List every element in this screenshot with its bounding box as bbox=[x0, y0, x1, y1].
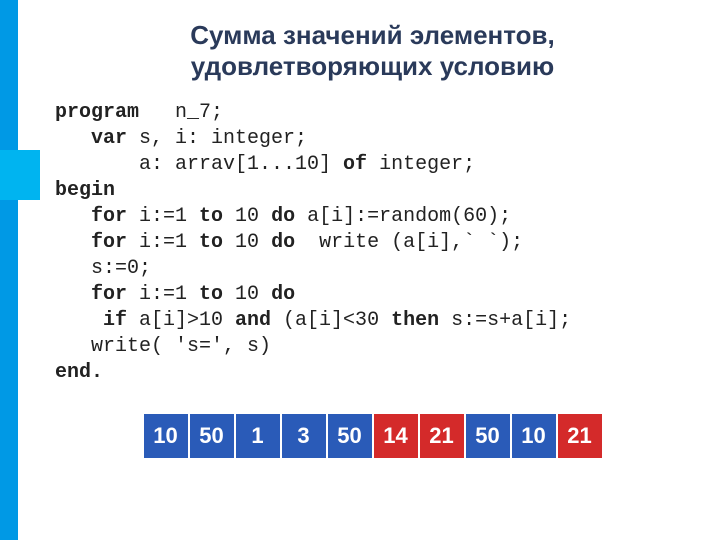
slide-content: Сумма значений элементов, удовлетворяющи… bbox=[0, 0, 720, 458]
kw-if: if bbox=[55, 309, 139, 332]
array-cell-3: 3 bbox=[282, 414, 326, 458]
code-text: i:=1 bbox=[139, 283, 199, 306]
kw-for: for bbox=[55, 205, 139, 228]
code-text: i:=1 bbox=[139, 231, 199, 254]
code-text: 10 bbox=[223, 205, 271, 228]
code-text: integer; bbox=[367, 153, 475, 176]
kw-end: end. bbox=[55, 361, 103, 384]
code-text: 10 bbox=[223, 231, 271, 254]
kw-of: of bbox=[343, 153, 367, 176]
title-line-1: Сумма значений элементов, bbox=[190, 20, 554, 50]
array-cell-6: 21 bbox=[420, 414, 464, 458]
code-text: s:=0; bbox=[55, 257, 151, 280]
kw-do: do bbox=[271, 231, 295, 254]
left-accent-bar bbox=[0, 0, 18, 540]
kw-for: for bbox=[55, 283, 139, 306]
kw-begin: begin bbox=[55, 179, 115, 202]
array-cell-5: 14 bbox=[374, 414, 418, 458]
array-cell-4: 50 bbox=[328, 414, 372, 458]
kw-to: to bbox=[199, 283, 223, 306]
slide-title: Сумма значений элементов, удовлетворяющи… bbox=[45, 20, 700, 82]
kw-to: to bbox=[199, 205, 223, 228]
code-block: program n_7; var s, i: integer; a: arrav… bbox=[55, 100, 700, 386]
array-cell-1: 50 bbox=[190, 414, 234, 458]
code-text: i:=1 bbox=[139, 205, 199, 228]
kw-program: program bbox=[55, 101, 139, 124]
code-text: a: arrav[1...10] bbox=[55, 153, 343, 176]
left-accent-block bbox=[0, 150, 40, 200]
title-line-2: удовлетворяющих условию bbox=[191, 51, 554, 81]
code-text: write (a[i],` `); bbox=[295, 231, 523, 254]
code-text: a[i]>10 bbox=[139, 309, 235, 332]
kw-var: var bbox=[55, 127, 139, 150]
array-cell-9: 21 bbox=[558, 414, 602, 458]
kw-to: to bbox=[199, 231, 223, 254]
code-text: (a[i]<30 bbox=[271, 309, 391, 332]
code-text: a[i]:=random(60); bbox=[295, 205, 511, 228]
code-text: s:=s+a[i]; bbox=[439, 309, 571, 332]
code-text: 10 bbox=[223, 283, 271, 306]
array-cell-2: 1 bbox=[236, 414, 280, 458]
array-cell-7: 50 bbox=[466, 414, 510, 458]
code-text: write( 's=', s) bbox=[55, 335, 271, 358]
array-cell-0: 10 bbox=[144, 414, 188, 458]
kw-do: do bbox=[271, 205, 295, 228]
code-text: n_7; bbox=[139, 101, 223, 124]
kw-then: then bbox=[391, 309, 439, 332]
array-cell-8: 10 bbox=[512, 414, 556, 458]
array-visualization: 105013501421501021 bbox=[45, 414, 700, 458]
kw-for: for bbox=[55, 231, 139, 254]
kw-and: and bbox=[235, 309, 271, 332]
kw-do: do bbox=[271, 283, 295, 306]
code-text: s, i: integer; bbox=[139, 127, 307, 150]
